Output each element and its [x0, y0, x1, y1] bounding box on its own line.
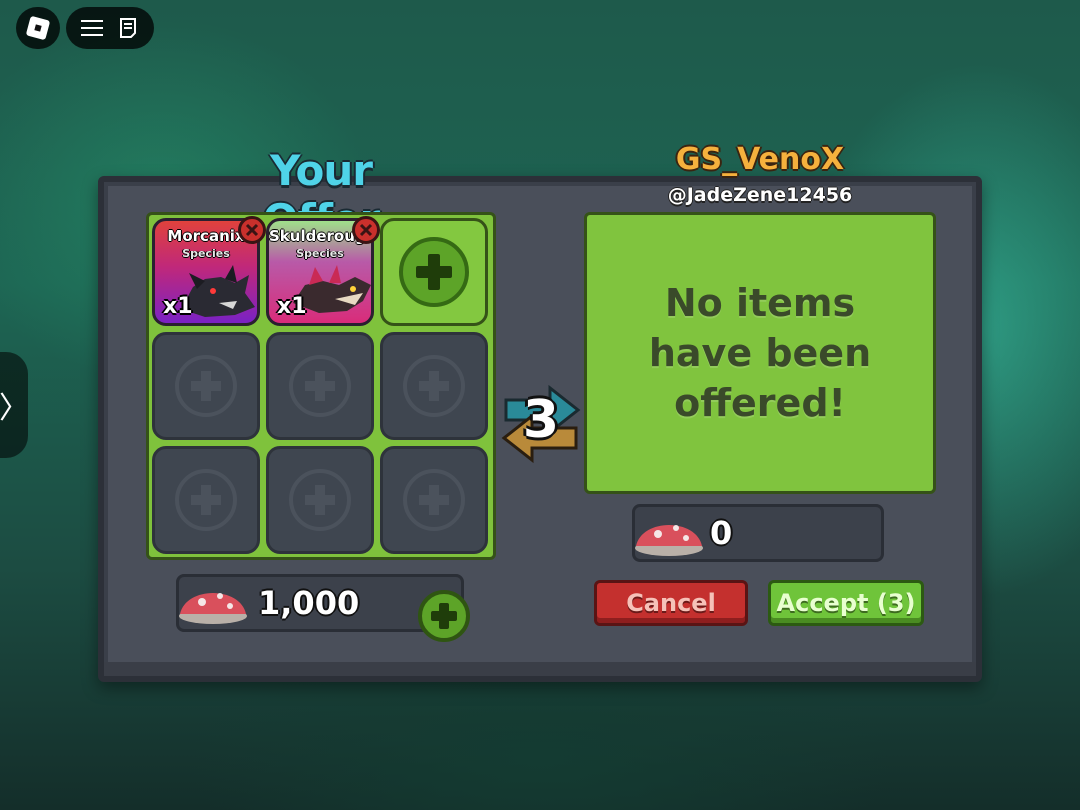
your-currency-amount: 1,000 — [258, 584, 360, 622]
chat-icon[interactable] — [115, 15, 141, 41]
countdown-number: 3 — [522, 390, 560, 450]
no-items-message: No items have been offered! — [648, 281, 872, 425]
panel-bottom-edge — [104, 662, 976, 676]
chevron-right-icon: 〉 — [0, 391, 29, 426]
partner-currency-amount: 0 — [710, 514, 733, 552]
red-mushroom-icon — [635, 525, 703, 556]
add-currency-button[interactable] — [418, 590, 470, 642]
close-icon — [359, 223, 373, 237]
remove-item-button[interactable] — [352, 216, 380, 244]
side-expand-tab[interactable]: 〉 — [0, 352, 29, 458]
partner-display-name: GS_VenoX — [675, 142, 845, 177]
empty-offer-slot[interactable] — [380, 332, 488, 440]
partner-username: @JadeZene12456 — [667, 184, 853, 206]
plus-icon — [419, 371, 449, 401]
close-icon — [245, 223, 259, 237]
roblox-logo-icon — [25, 15, 51, 41]
accept-button-label: Accept (3) — [776, 589, 916, 617]
plus-icon — [416, 254, 452, 290]
cancel-button-label: Cancel — [626, 589, 716, 617]
roblox-toolbar — [66, 7, 154, 49]
roblox-menu-button[interactable] — [16, 7, 60, 49]
item-type: Species — [296, 247, 344, 260]
plus-icon — [191, 485, 221, 515]
hamburger-menu-icon[interactable] — [79, 15, 105, 41]
empty-offer-slot[interactable] — [266, 446, 374, 554]
empty-offer-slot[interactable] — [266, 332, 374, 440]
item-type: Species — [182, 247, 230, 260]
remove-item-button[interactable] — [238, 216, 266, 244]
trade-countdown: 3 — [500, 384, 582, 466]
item-quantity: x1 — [277, 294, 307, 319]
empty-offer-slot[interactable] — [380, 446, 488, 554]
empty-offer-slot[interactable] — [152, 446, 260, 554]
partner-offer-area: No items have been offered! — [584, 212, 936, 494]
plus-icon — [305, 485, 335, 515]
item-quantity: x1 — [163, 294, 193, 319]
plus-icon — [419, 485, 449, 515]
cancel-button[interactable]: Cancel — [594, 580, 748, 626]
add-item-button[interactable] — [399, 237, 469, 307]
add-item-slot[interactable] — [380, 218, 488, 326]
plus-icon — [305, 371, 335, 401]
red-mushroom-icon — [179, 593, 247, 624]
empty-offer-slot[interactable] — [152, 332, 260, 440]
plus-icon — [431, 603, 457, 629]
plus-icon — [191, 371, 221, 401]
accept-button[interactable]: Accept (3) — [768, 580, 924, 626]
